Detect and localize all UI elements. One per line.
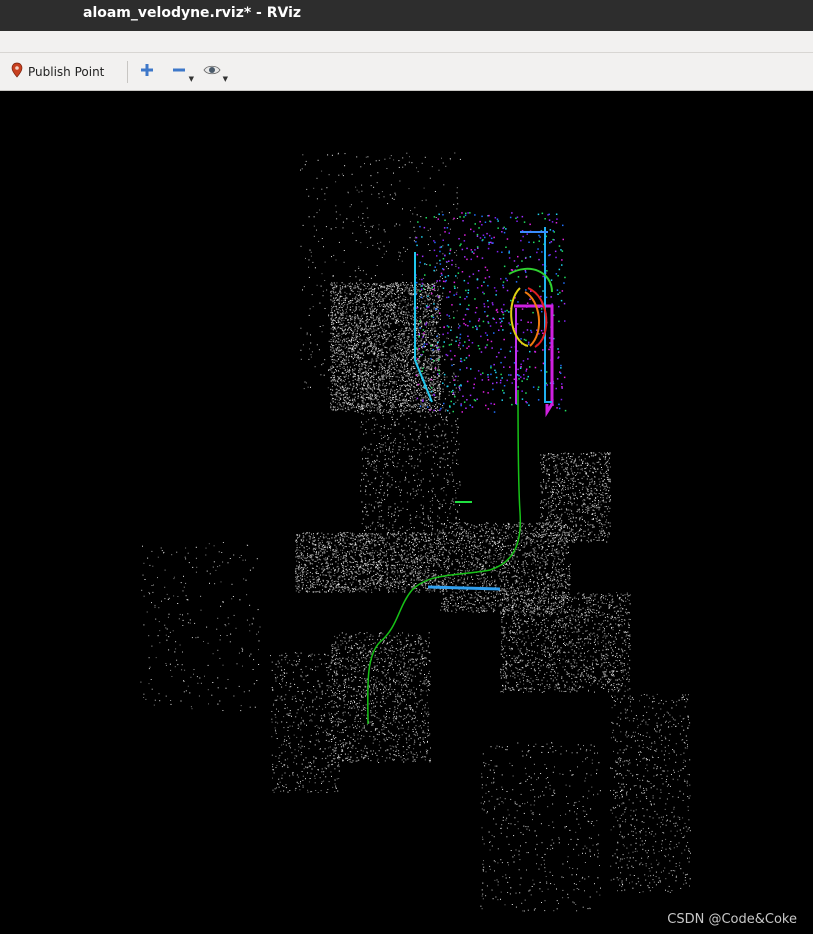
trajectory-path: [367, 389, 522, 725]
menu-bar: [0, 31, 813, 53]
publish-point-button[interactable]: Publish Point: [11, 61, 104, 83]
watermark: CSDN @Code&Coke: [667, 912, 797, 927]
toolbar: Publish Point ▼ ▼: [0, 53, 813, 91]
publish-point-label: Publish Point: [28, 65, 105, 79]
toolbar-separator: [127, 61, 128, 83]
add-tool-button[interactable]: [139, 61, 155, 83]
tool-visibility-button[interactable]: ▼: [203, 61, 228, 83]
ring-orange: [524, 291, 541, 347]
window-titlebar: aloam_velodyne.rviz* - RViz: [0, 0, 813, 31]
remove-tool-button[interactable]: ▼: [171, 61, 194, 83]
window-title: aloam_velodyne.rviz* - RViz: [83, 5, 302, 21]
ring-yellow: [510, 287, 529, 347]
chevron-down-icon: ▼: [222, 75, 228, 83]
wall-cyan: [427, 585, 501, 591]
minus-icon: ▼: [171, 62, 194, 83]
map-pin-icon: [11, 62, 23, 82]
plus-icon: [139, 62, 155, 82]
point-cloud-map: [140, 152, 691, 912]
3d-render-viewport[interactable]: CSDN @Code&Coke: [0, 92, 813, 934]
chevron-down-icon: ▼: [188, 75, 194, 83]
eye-icon: ▼: [203, 62, 228, 83]
